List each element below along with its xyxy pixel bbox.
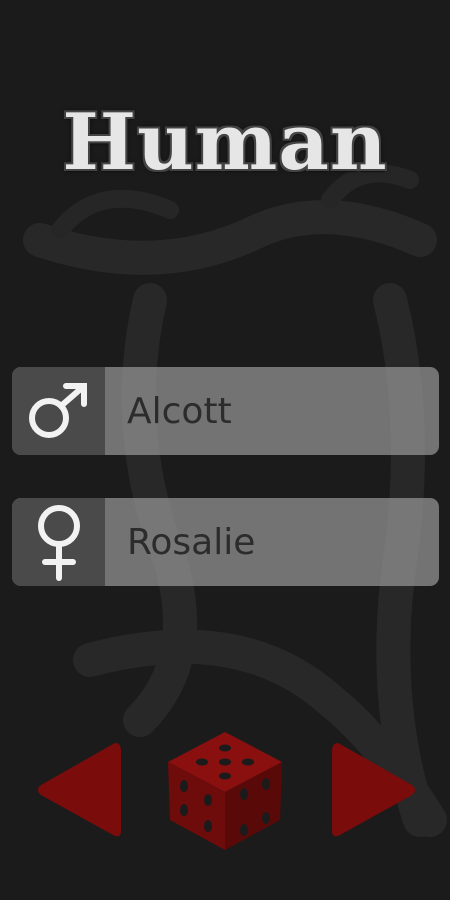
female-name-label: Rosalie <box>127 521 256 563</box>
female-name-row[interactable]: Rosalie <box>12 498 439 586</box>
previous-button[interactable] <box>33 735 123 845</box>
triangle-left-icon <box>38 743 121 837</box>
male-symbol-icon <box>28 383 87 438</box>
triangle-right-icon <box>332 743 415 837</box>
female-icon-box <box>12 498 105 586</box>
female-symbol-icon <box>37 505 80 581</box>
male-icon-box <box>12 367 105 455</box>
randomize-dice-button[interactable] <box>162 728 288 854</box>
dice-icon <box>168 732 282 850</box>
page-title: Human <box>62 97 388 188</box>
male-name-label: Alcott <box>127 390 232 432</box>
male-name-row[interactable]: Alcott <box>12 367 439 455</box>
next-button[interactable] <box>330 735 420 845</box>
